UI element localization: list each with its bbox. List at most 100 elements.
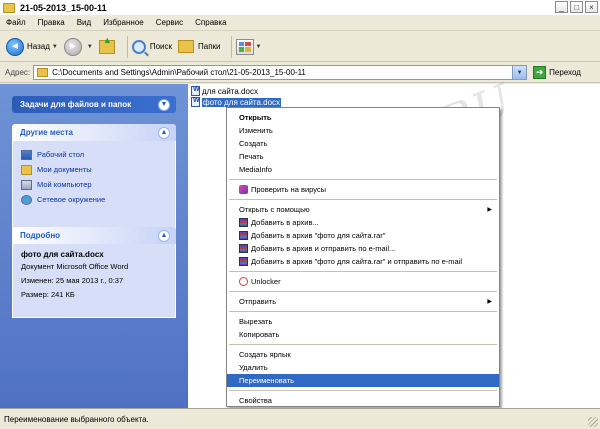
documents-icon [21, 164, 32, 175]
folders-label: Папки [198, 42, 221, 51]
word-document-icon [191, 97, 200, 107]
menu-rar-and-email[interactable]: Добавить в архив "фото для сайта.rar" и … [227, 255, 499, 268]
menu-add-to-archive[interactable]: Добавить в архив... [227, 216, 499, 229]
chevron-down-icon[interactable]: ▼ [87, 44, 93, 50]
maximize-button[interactable]: □ [570, 1, 583, 13]
toolbar-divider [230, 35, 232, 58]
file-item-selected[interactable]: фото для сайта.docx [191, 97, 282, 107]
address-bar: Адрес: C:\Documents and Settings\Admin\Р… [0, 63, 600, 83]
winrar-icon [239, 218, 248, 227]
chevron-down-icon[interactable]: ▼ [52, 44, 58, 50]
other-places-header[interactable]: Другие места ▲ [12, 124, 176, 141]
menu-unlocker[interactable]: Unlocker [227, 275, 499, 288]
close-button[interactable]: × [585, 1, 598, 13]
menu-label: Отправить [239, 297, 277, 306]
winrar-icon [239, 231, 248, 240]
menu-send-to[interactable]: Отправить ▶ [227, 295, 499, 308]
address-path: C:\Documents and Settings\Admin\Рабочий … [52, 68, 306, 77]
chevron-up-icon[interactable]: ▲ [158, 126, 170, 139]
forward-button[interactable]: ► ▼ [63, 35, 93, 59]
menu-label: Открыть с помощью [239, 205, 310, 214]
search-button[interactable]: Поиск [131, 35, 172, 59]
chevron-down-icon[interactable]: ▼ [256, 44, 262, 50]
menu-label: Добавить в архив "фото для сайта.rar" [251, 231, 386, 240]
search-label: Поиск [149, 42, 172, 51]
folder-icon [3, 2, 15, 13]
go-label: Переход [549, 68, 581, 77]
resize-grip[interactable] [588, 417, 598, 427]
explorer-window: 21-05-2013_15-00-11 _ □ × Файл Правка Ви… [0, 0, 600, 429]
menu-edit[interactable]: Правка [32, 18, 71, 27]
place-label: Рабочий стол [37, 150, 85, 159]
network-icon [21, 194, 32, 205]
menu-divider [229, 179, 497, 180]
winrar-icon [239, 244, 248, 253]
file-item[interactable]: для сайта.docx [191, 86, 258, 96]
other-places-body: Рабочий стол Мои документы Мой компьютер… [12, 141, 176, 230]
menu-copy[interactable]: Копировать [227, 328, 499, 341]
menu-rename[interactable]: Переименовать [227, 374, 499, 387]
details-file-name: фото для сайта.docx [21, 250, 104, 259]
menu-print[interactable]: Печать [227, 150, 499, 163]
title-bar: 21-05-2013_15-00-11 _ □ × [0, 0, 600, 15]
up-button[interactable] [98, 35, 117, 59]
menu-label: Добавить в архив... [251, 218, 319, 227]
menu-help[interactable]: Справка [189, 18, 232, 27]
folders-icon [178, 40, 194, 53]
back-button[interactable]: ◄ Назад ▼ [6, 35, 58, 59]
menu-divider [229, 199, 497, 200]
menu-cut[interactable]: Вырезать [227, 315, 499, 328]
go-button[interactable]: ➔ Переход [533, 66, 581, 79]
forward-arrow-icon: ► [63, 37, 82, 56]
menu-view[interactable]: Вид [71, 18, 97, 27]
go-arrow-icon: ➔ [533, 66, 547, 79]
menu-divider [229, 291, 497, 292]
chevron-down-icon[interactable]: ▼ [158, 98, 170, 111]
menu-favorites[interactable]: Избранное [97, 18, 150, 27]
menu-delete[interactable]: Удалить [227, 361, 499, 374]
menu-divider [229, 390, 497, 391]
menu-mediainfo[interactable]: MediaInfo [227, 163, 499, 176]
folders-button[interactable]: Папки [178, 35, 221, 59]
menu-new[interactable]: Создать [227, 137, 499, 150]
menu-file[interactable]: Файл [0, 18, 32, 27]
menu-virus-scan[interactable]: Проверить на вирусы [227, 183, 499, 196]
file-name: фото для сайта.docx [202, 97, 282, 107]
task-pane: Задачи для файлов и папок ▼ Другие места… [0, 84, 188, 408]
menu-label: Unlocker [251, 277, 281, 286]
address-field[interactable]: C:\Documents and Settings\Admin\Рабочий … [33, 65, 528, 80]
menu-open-with[interactable]: Открыть с помощью ▶ [227, 203, 499, 216]
tasks-panel-header[interactable]: Задачи для файлов и папок ▼ [12, 96, 176, 113]
tasks-panel: Задачи для файлов и папок ▼ [12, 96, 176, 113]
details-body: фото для сайта.docx Документ Microsoft O… [12, 244, 176, 318]
address-label: Адрес: [5, 68, 31, 77]
minimize-button[interactable]: _ [555, 1, 568, 13]
place-label: Мой компьютер [37, 180, 92, 189]
chevron-up-icon[interactable]: ▲ [158, 229, 170, 242]
other-places-title: Другие места [20, 128, 73, 137]
chevron-down-icon[interactable]: ▼ [512, 66, 527, 79]
menu-archive-and-email[interactable]: Добавить в архив и отправить по e-mail..… [227, 242, 499, 255]
status-text: Переименование выбранного объекта. [4, 414, 149, 424]
antivirus-icon [239, 185, 248, 194]
details-size: Размер: 241 КБ [21, 290, 75, 299]
menu-bar: Файл Правка Вид Избранное Сервис Справка [0, 15, 600, 31]
menu-add-to-rar[interactable]: Добавить в архив "фото для сайта.rar" [227, 229, 499, 242]
details-header[interactable]: Подробно ▲ [12, 227, 176, 244]
menu-properties[interactable]: Свойства [227, 394, 499, 407]
menu-edit-file[interactable]: Изменить [227, 124, 499, 137]
context-menu: Открыть Изменить Создать Печать MediaInf… [226, 107, 500, 407]
place-my-documents[interactable]: Мои документы [21, 162, 167, 177]
toolbar: ◄ Назад ▼ ► ▼ Поиск Папки ▼ [0, 32, 600, 62]
place-network[interactable]: Сетевое окружение [21, 192, 167, 207]
views-button[interactable]: ▼ [235, 35, 262, 59]
menu-open[interactable]: Открыть [227, 111, 499, 124]
details-title: Подробно [20, 231, 61, 240]
place-my-computer[interactable]: Мой компьютер [21, 177, 167, 192]
window-title: 21-05-2013_15-00-11 [20, 2, 107, 13]
views-icon [235, 38, 254, 55]
menu-create-shortcut[interactable]: Создать ярлык [227, 348, 499, 361]
menu-tools[interactable]: Сервис [150, 18, 189, 27]
details-panel: Подробно ▲ фото для сайта.docx Документ … [12, 227, 176, 318]
place-desktop[interactable]: Рабочий стол [21, 147, 167, 162]
